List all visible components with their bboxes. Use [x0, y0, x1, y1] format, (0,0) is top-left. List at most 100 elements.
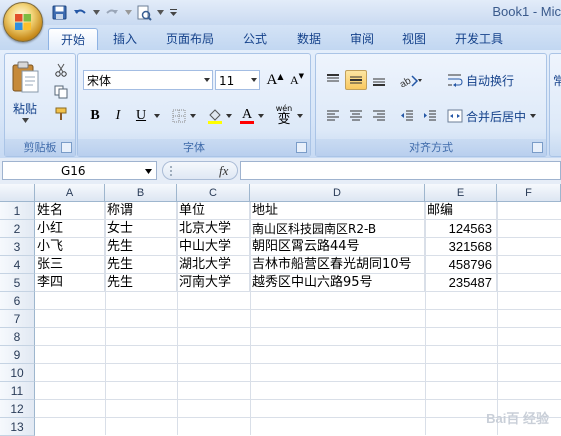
cut-button[interactable]: [50, 60, 72, 80]
formula-controls: fx: [162, 161, 238, 180]
font-color-dropdown[interactable]: [256, 106, 266, 126]
phonetic-guide-button[interactable]: wén 变: [271, 102, 297, 128]
format-painter-button[interactable]: [50, 104, 72, 124]
number-group: 常: [549, 53, 561, 157]
chevron-down-icon: [226, 114, 232, 118]
tab-insert[interactable]: 插入: [104, 28, 146, 50]
cell-a4[interactable]: 张三: [35, 256, 105, 274]
underline-button[interactable]: U: [130, 106, 152, 126]
increase-indent-button[interactable]: [419, 106, 441, 126]
redo-icon[interactable]: [103, 4, 121, 22]
alignment-dialog-launcher[interactable]: [532, 142, 543, 153]
name-box[interactable]: G16: [2, 161, 157, 180]
cell-e1[interactable]: 邮编: [425, 202, 497, 220]
font-color-button[interactable]: A: [236, 106, 258, 126]
align-center-button[interactable]: [345, 106, 367, 126]
align-bottom-button[interactable]: [368, 70, 390, 90]
font-name-value: 宋体: [87, 74, 112, 88]
font-name-combo[interactable]: 宋体: [83, 70, 213, 90]
cell-a5[interactable]: 李四: [35, 274, 105, 292]
copy-button[interactable]: [50, 82, 72, 102]
formula-input[interactable]: [240, 161, 561, 180]
paste-icon: [12, 61, 39, 93]
cell-e3[interactable]: 321568: [425, 238, 497, 256]
cell-b3[interactable]: 先生: [105, 238, 177, 256]
font-size-value: 11: [219, 74, 235, 88]
clipboard-dialog-launcher[interactable]: [61, 142, 72, 153]
align-middle-button[interactable]: [345, 70, 367, 90]
wrap-text-button[interactable]: 自动换行: [446, 70, 542, 90]
font-size-combo[interactable]: 11: [215, 70, 260, 90]
cell-b2[interactable]: 女士: [105, 220, 177, 238]
cell-b4[interactable]: 先生: [105, 256, 177, 274]
chevron-down-icon: [204, 78, 210, 82]
borders-icon: [172, 109, 186, 123]
fill-color-dropdown[interactable]: [224, 106, 234, 126]
align-left-button[interactable]: [322, 106, 344, 126]
underline-dropdown[interactable]: [152, 106, 162, 126]
cell-c2[interactable]: 北京大学: [177, 220, 250, 238]
undo-dropdown-icon[interactable]: [92, 4, 100, 22]
font-dialog-launcher[interactable]: [296, 142, 307, 153]
borders-dropdown[interactable]: [188, 106, 198, 126]
align-top-button[interactable]: [322, 70, 344, 90]
phonetic-dropdown[interactable]: [295, 106, 305, 126]
tab-data[interactable]: 数据: [287, 28, 331, 50]
tab-formulas[interactable]: 公式: [232, 28, 278, 50]
worksheet-grid: A B C D E F 1 2 3 4 5 6 7 8 9 10 11 12 1…: [0, 184, 561, 436]
align-left-icon: [327, 110, 339, 121]
cell-a1[interactable]: 姓名: [35, 202, 105, 220]
cell-c4[interactable]: 湖北大学: [177, 256, 250, 274]
decrease-indent-button[interactable]: [396, 106, 418, 126]
fill-color-button[interactable]: [204, 106, 226, 126]
cell-d3[interactable]: 朝阳区霄云路44号: [250, 238, 425, 256]
print-preview-icon[interactable]: [135, 4, 153, 22]
cell-c5[interactable]: 河南大学: [177, 274, 250, 292]
cell-c3[interactable]: 中山大学: [177, 238, 250, 256]
undo-icon[interactable]: [71, 4, 89, 22]
scissors-icon: [55, 63, 67, 77]
expand-handle-icon[interactable]: [167, 164, 175, 178]
shrink-font-button[interactable]: A ▼: [286, 70, 308, 90]
grow-font-button[interactable]: A ▲: [264, 70, 286, 90]
cell-a3[interactable]: 小飞: [35, 238, 105, 256]
quick-access-toolbar: [50, 3, 179, 22]
redo-dropdown-icon[interactable]: [124, 4, 132, 22]
tab-developer[interactable]: 开发工具: [446, 28, 512, 50]
cell-e2[interactable]: 124563: [425, 220, 497, 238]
wrap-text-label: 自动换行: [466, 73, 515, 88]
print-preview-dropdown-icon[interactable]: [156, 4, 164, 22]
insert-function-button[interactable]: fx: [219, 163, 228, 179]
fill-bucket-icon: [208, 109, 222, 124]
clipboard-group: 粘贴 剪贴板: [4, 53, 76, 157]
cell-c1[interactable]: 单位: [177, 202, 250, 220]
tab-page-layout[interactable]: 页面布局: [157, 28, 223, 50]
cell-d5[interactable]: 越秀区中山六路95号: [250, 274, 425, 292]
italic-button[interactable]: I: [107, 106, 129, 126]
cell-b1[interactable]: 称谓: [105, 202, 177, 220]
cell-b5[interactable]: 先生: [105, 274, 177, 292]
paste-button[interactable]: 粘贴: [9, 58, 43, 123]
tab-view[interactable]: 视图: [392, 28, 436, 50]
align-right-button[interactable]: [368, 106, 390, 126]
bold-button[interactable]: B: [84, 106, 106, 126]
customize-qat-icon[interactable]: [167, 4, 179, 22]
orientation-button[interactable]: ab: [396, 70, 424, 90]
font-color-icon: A: [241, 107, 253, 122]
cell-e4[interactable]: 458796: [425, 256, 497, 274]
tab-home[interactable]: 开始: [48, 28, 98, 51]
baidu-watermark: Bai百 经验: [486, 411, 549, 426]
cell-e5[interactable]: 235487: [425, 274, 497, 292]
cell-d2[interactable]: 南山区科技园南区R2-B: [250, 220, 425, 238]
cell-d1[interactable]: 地址: [250, 202, 425, 220]
text-orientation-icon: ab: [398, 75, 422, 87]
merge-center-button[interactable]: 合并后居中: [446, 106, 544, 126]
title-bar: Book1 - Mic: [0, 0, 561, 26]
alignment-group-label: 对齐方式: [316, 139, 546, 156]
save-icon[interactable]: [50, 4, 68, 22]
office-button[interactable]: [3, 2, 43, 42]
cell-a2[interactable]: 小红: [35, 220, 105, 238]
borders-button[interactable]: [168, 106, 190, 126]
tab-review[interactable]: 审阅: [341, 28, 383, 50]
cell-d4[interactable]: 吉林市船营区春光胡同10号: [250, 256, 425, 274]
